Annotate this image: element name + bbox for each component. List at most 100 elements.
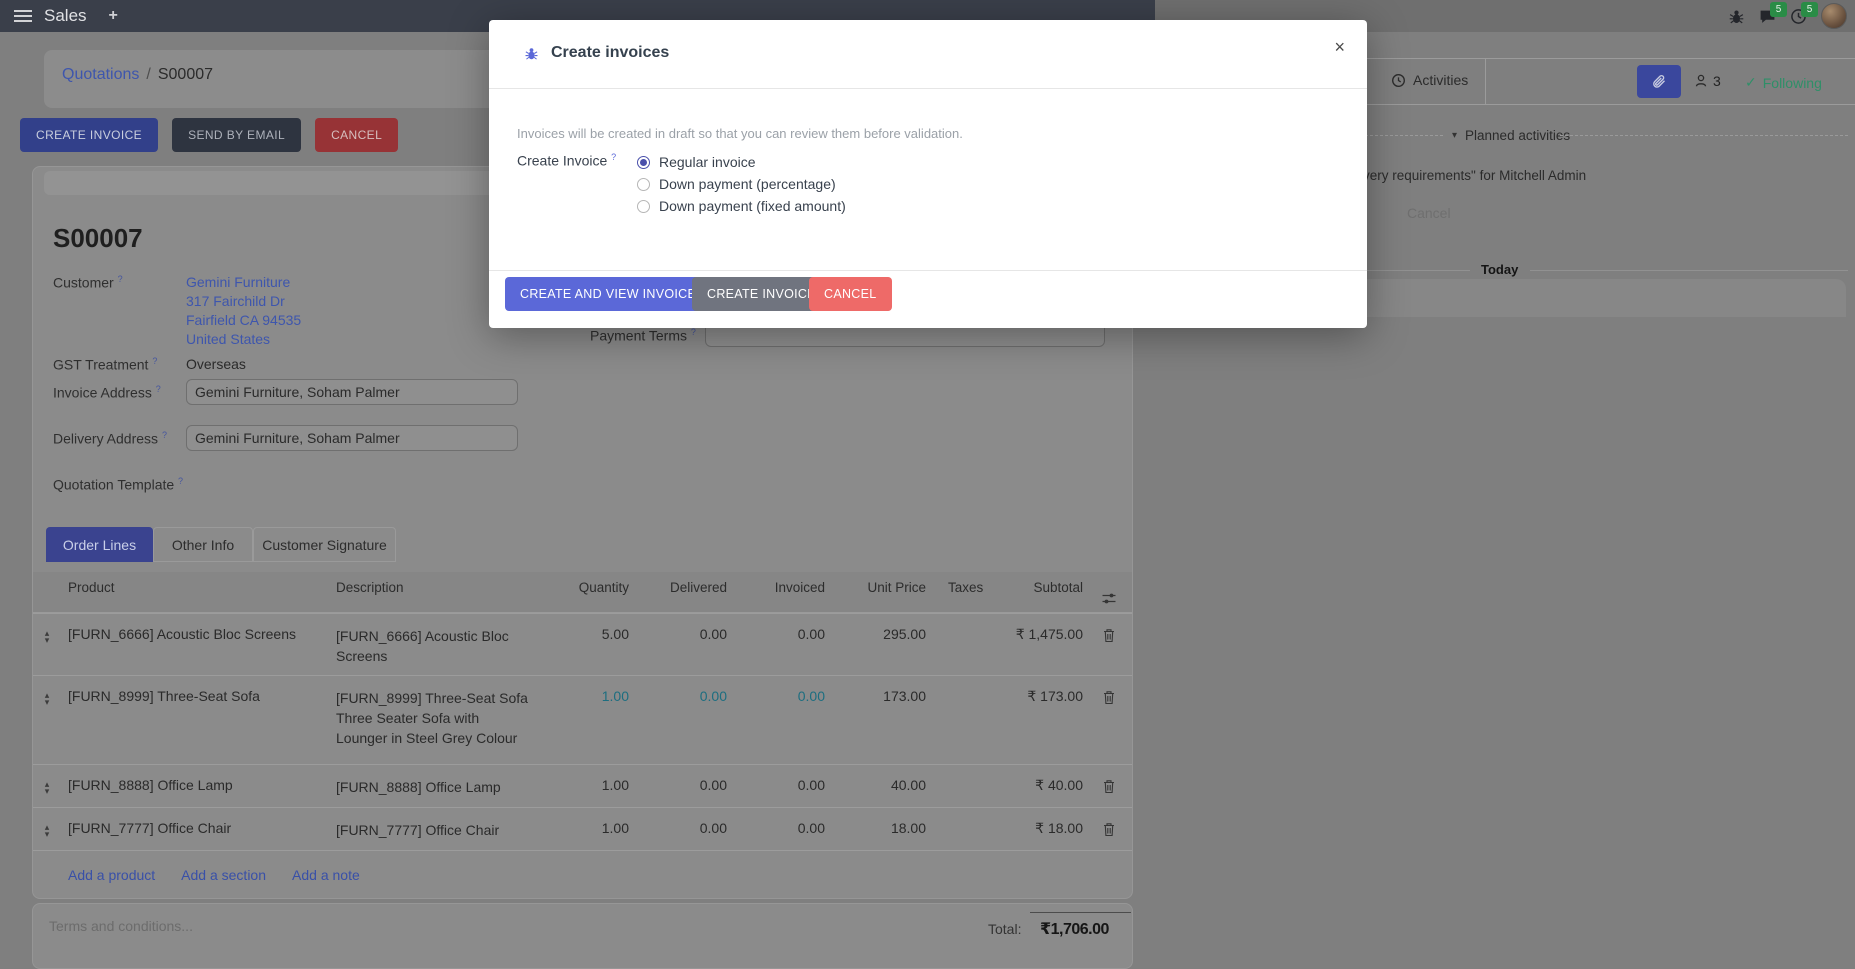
- taxes-cell[interactable]: [926, 765, 986, 786]
- breadcrumb-quotations-link[interactable]: Quotations: [62, 66, 139, 83]
- attach-files-button[interactable]: [1637, 65, 1681, 98]
- customer-link[interactable]: Gemini Furniture: [186, 273, 301, 292]
- unit-price-cell[interactable]: 40.00: [825, 765, 926, 802]
- col-delivered[interactable]: Delivered: [629, 580, 727, 604]
- description-cell[interactable]: [FURN_8888] Office Lamp: [331, 765, 543, 806]
- col-taxes[interactable]: Taxes: [926, 580, 986, 604]
- table-header-row: Product Description Quantity Delivered I…: [33, 572, 1132, 613]
- subtotal-cell: ₹ 1,475.00: [986, 614, 1083, 652]
- drag-handle-icon[interactable]: ▴▾: [33, 765, 61, 795]
- dialog-title: Create invoices: [551, 44, 669, 62]
- customer-country[interactable]: United States: [186, 330, 301, 349]
- customer-street[interactable]: 317 Fairchild Dr: [186, 292, 301, 311]
- create-invoice-field-label: Create Invoice ?: [517, 152, 616, 169]
- activities-button[interactable]: Activities: [1391, 72, 1468, 88]
- breadcrumb-current: S00007: [158, 66, 213, 83]
- col-invoiced[interactable]: Invoiced: [727, 580, 825, 604]
- radio-down-payment-fixed[interactable]: Down payment (fixed amount): [637, 198, 846, 214]
- app-name[interactable]: Sales: [44, 6, 87, 26]
- radio-icon: [637, 200, 650, 213]
- create-invoice-button[interactable]: CREATE INVOICE: [20, 118, 158, 152]
- page: Sales + 5 5 Quotations / S00007 CREATE INV…: [0, 0, 1855, 969]
- quantity-cell[interactable]: 1.00: [543, 765, 629, 802]
- invoiced-cell: 0.00: [727, 614, 825, 651]
- drag-handle-icon[interactable]: ▴▾: [33, 676, 61, 706]
- product-cell[interactable]: [FURN_7777] Office Chair: [61, 808, 331, 845]
- drag-handle-icon[interactable]: ▴▾: [33, 614, 61, 644]
- paperclip-icon: [1651, 74, 1667, 90]
- tab-customer-signature[interactable]: Customer Signature: [253, 527, 396, 562]
- messages-icon[interactable]: 5: [1759, 8, 1776, 25]
- col-quantity[interactable]: Quantity: [543, 580, 629, 604]
- activity-summary: very requirements" for Mitchell Admin: [1363, 168, 1586, 183]
- unit-price-cell[interactable]: 18.00: [825, 808, 926, 845]
- create-and-view-invoice-button[interactable]: CREATE AND VIEW INVOICE: [505, 277, 711, 311]
- description-cell[interactable]: [FURN_8999] Three-Seat Sofa Three Seater…: [331, 676, 543, 757]
- invoice-address-input[interactable]: [186, 379, 518, 405]
- customer-city[interactable]: Fairfield CA 94535: [186, 311, 301, 330]
- product-cell[interactable]: [FURN_8888] Office Lamp: [61, 765, 331, 802]
- table-row: ▴▾ [FURN_8888] Office Lamp [FURN_8888] O…: [33, 764, 1132, 807]
- taxes-cell[interactable]: [926, 676, 986, 697]
- add-note-link[interactable]: Add a note: [292, 867, 360, 883]
- taxes-cell[interactable]: [926, 808, 986, 829]
- modal-cancel-button[interactable]: CANCEL: [809, 277, 892, 311]
- gst-treatment-value[interactable]: Overseas: [186, 356, 246, 372]
- gst-treatment-label: GST Treatment ?: [53, 356, 157, 373]
- delivered-cell: 0.00: [629, 676, 727, 713]
- table-row: ▴▾ [FURN_8999] Three-Seat Sofa [FURN_899…: [33, 675, 1132, 764]
- user-avatar[interactable]: [1821, 3, 1847, 29]
- unit-price-cell[interactable]: 295.00: [825, 614, 926, 651]
- apps-menu-icon[interactable]: [14, 10, 32, 22]
- col-description[interactable]: Description: [331, 578, 543, 607]
- taxes-cell[interactable]: [926, 614, 986, 635]
- total-divider: [1030, 912, 1131, 913]
- delete-row-icon[interactable]: [1083, 808, 1134, 837]
- tab-other-info[interactable]: Other Info: [153, 527, 253, 562]
- quotation-template-label: Quotation Template ?: [53, 476, 183, 493]
- total-label: Total:: [988, 921, 1021, 937]
- description-cell[interactable]: [FURN_7777] Office Chair: [331, 808, 543, 849]
- delete-row-icon[interactable]: [1083, 765, 1134, 794]
- col-subtotal[interactable]: Subtotal: [986, 580, 1083, 604]
- delivery-address-label: Delivery Address ?: [53, 430, 167, 447]
- radio-selected-icon: [637, 156, 650, 169]
- cancel-button[interactable]: CANCEL: [315, 118, 398, 152]
- send-by-email-button[interactable]: SEND BY EMAIL: [172, 118, 301, 152]
- tab-order-lines[interactable]: Order Lines: [46, 527, 153, 562]
- drag-handle-icon[interactable]: ▴▾: [33, 808, 61, 838]
- radio-down-payment-percentage[interactable]: Down payment (percentage): [637, 176, 836, 192]
- activity-cancel-link[interactable]: Cancel: [1407, 205, 1451, 221]
- product-cell[interactable]: [FURN_6666] Acoustic Bloc Screens: [61, 614, 331, 651]
- col-product[interactable]: Product: [61, 580, 331, 604]
- quantity-cell[interactable]: 5.00: [543, 614, 629, 651]
- quantity-cell[interactable]: 1.00: [543, 676, 629, 713]
- description-cell[interactable]: [FURN_6666] Acoustic Bloc Screens: [331, 614, 543, 675]
- terms-placeholder[interactable]: Terms and conditions...: [49, 918, 193, 934]
- delivery-address-input[interactable]: [186, 425, 518, 451]
- planned-activities-toggle[interactable]: ▾ Planned activities: [1452, 128, 1570, 143]
- optional-columns-icon[interactable]: [1083, 578, 1134, 606]
- invoiced-cell: 0.00: [727, 765, 825, 802]
- quantity-cell[interactable]: 1.00: [543, 808, 629, 845]
- followers-button[interactable]: 3: [1693, 73, 1721, 89]
- activities-clock-icon[interactable]: 5: [1790, 8, 1807, 25]
- col-unit-price[interactable]: Unit Price: [825, 580, 926, 604]
- delivered-cell: 0.00: [629, 614, 727, 651]
- delete-row-icon[interactable]: [1083, 614, 1134, 643]
- close-icon[interactable]: ×: [1334, 38, 1345, 56]
- delete-row-icon[interactable]: [1083, 676, 1134, 705]
- breadcrumb-separator: /: [146, 66, 150, 83]
- messages-badge: 5: [1770, 2, 1787, 17]
- following-button[interactable]: ✓ Following: [1745, 74, 1822, 91]
- bug-icon: [524, 46, 539, 62]
- unit-price-cell[interactable]: 173.00: [825, 676, 926, 713]
- add-product-link[interactable]: Add a product: [68, 867, 155, 883]
- product-cell[interactable]: [FURN_8999] Three-Seat Sofa: [61, 676, 331, 713]
- add-section-link[interactable]: Add a section: [181, 867, 266, 883]
- radio-regular-invoice[interactable]: Regular invoice: [637, 154, 756, 170]
- invoice-address-label: Invoice Address ?: [53, 384, 161, 401]
- followers-count: 3: [1713, 73, 1721, 89]
- plus-icon[interactable]: +: [109, 7, 118, 25]
- bug-icon[interactable]: [1728, 8, 1745, 25]
